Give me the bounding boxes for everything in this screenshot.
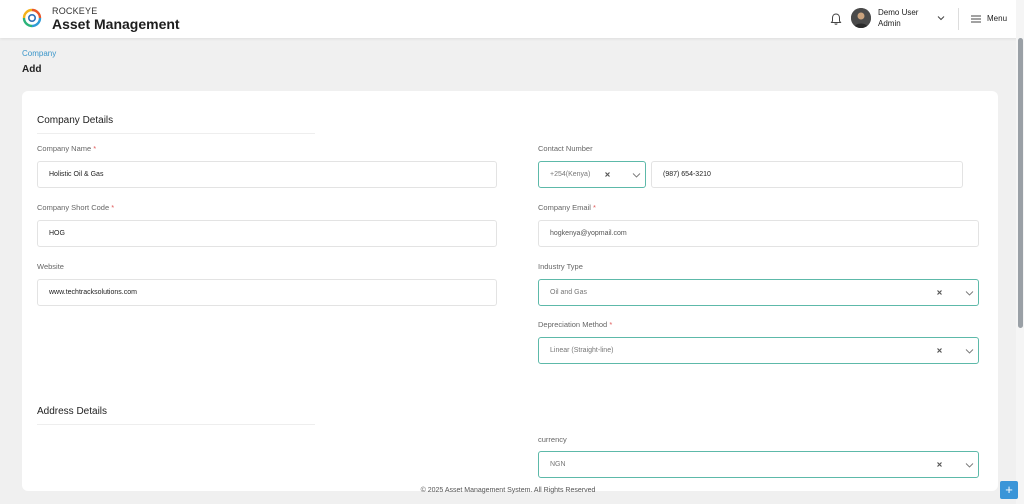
rockeye-logo-icon — [22, 8, 42, 28]
company-name-input[interactable]: Holistic Oil & Gas — [37, 161, 497, 188]
chevron-down-icon[interactable] — [936, 13, 946, 23]
depreciation-method-select[interactable]: Linear (Straight-line) — [538, 337, 979, 364]
website-input[interactable]: www.techtracksolutions.com — [37, 279, 497, 306]
add-floating-button[interactable]: + — [1000, 481, 1018, 499]
section-title-company-details: Company Details — [37, 115, 114, 126]
section-divider — [37, 133, 315, 134]
chevron-down-icon[interactable] — [965, 462, 974, 469]
clear-icon[interactable] — [936, 289, 943, 296]
page-title: Add — [22, 64, 42, 75]
currency-value: NGN — [550, 461, 566, 468]
avatar[interactable] — [851, 8, 871, 28]
user-name[interactable]: Demo User — [878, 8, 918, 17]
company-short-code-input[interactable]: HOG — [37, 220, 497, 247]
contact-number-label: Contact Number — [538, 144, 593, 153]
currency-select[interactable]: NGN — [538, 451, 979, 478]
chevron-down-icon[interactable] — [632, 172, 641, 179]
currency-label: currency — [538, 435, 567, 444]
industry-type-label: Industry Type — [538, 262, 583, 271]
company-email-label: Company Email * — [538, 203, 596, 212]
clear-icon[interactable] — [936, 347, 943, 354]
country-code-value: +254(Kenya) — [550, 171, 591, 178]
company-short-code-label: Company Short Code * — [37, 203, 115, 212]
bell-icon[interactable] — [829, 12, 843, 26]
chevron-down-icon[interactable] — [965, 290, 974, 297]
menu-button-label[interactable]: Menu — [987, 14, 1007, 23]
chevron-down-icon[interactable] — [965, 348, 974, 355]
section-divider — [37, 424, 315, 425]
page-scrollbar-thumb[interactable] — [1018, 38, 1023, 328]
top-header: ROCKEYE Asset Management Demo User Admin… — [0, 0, 1024, 38]
clear-icon[interactable] — [604, 171, 611, 178]
breadcrumb-company[interactable]: Company — [22, 49, 56, 58]
depreciation-method-value: Linear (Straight-line) — [550, 347, 614, 354]
industry-type-value: Oil and Gas — [550, 289, 587, 296]
company-name-label: Company Name * — [37, 144, 97, 153]
footer-copyright: © 2025 Asset Management System. All Righ… — [420, 487, 596, 494]
country-code-select[interactable]: +254(Kenya) — [538, 161, 646, 188]
depreciation-method-label: Depreciation Method * — [538, 320, 613, 329]
avatar-person-icon — [851, 8, 871, 28]
company-email-input[interactable]: hogkenya@yopmail.com — [538, 220, 979, 247]
section-title-address-details: Address Details — [37, 406, 108, 417]
user-role: Admin — [878, 19, 901, 28]
brand-top: ROCKEYE — [52, 6, 98, 16]
brand-title: Asset Management — [52, 16, 180, 32]
contact-number-input[interactable]: (987) 654-3210 — [651, 161, 963, 188]
industry-type-select[interactable]: Oil and Gas — [538, 279, 979, 306]
clear-icon[interactable] — [936, 461, 943, 468]
hamburger-menu-icon[interactable] — [970, 13, 982, 25]
website-label: Website — [37, 262, 64, 271]
header-divider — [958, 8, 959, 30]
